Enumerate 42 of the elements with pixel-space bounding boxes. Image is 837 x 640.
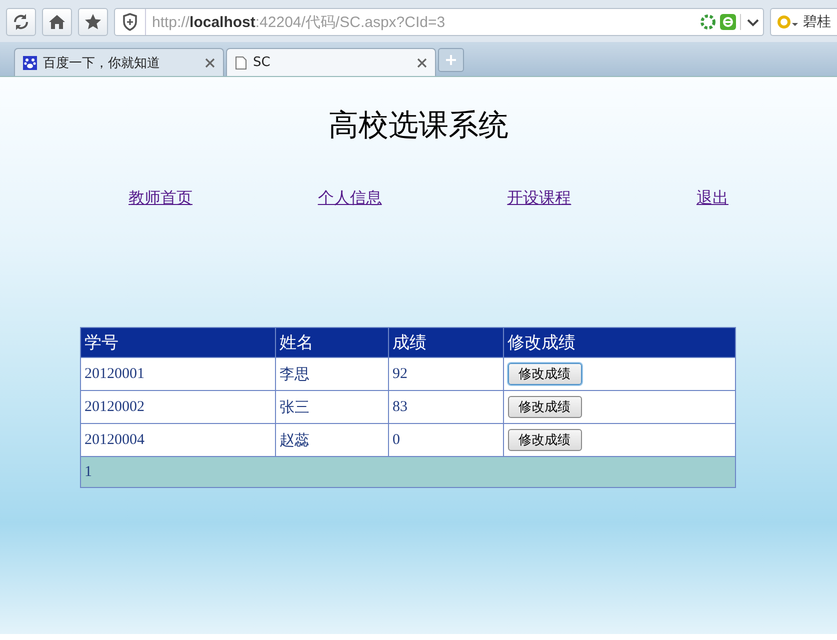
column-header: 成绩 (388, 328, 503, 358)
edit-score-button[interactable]: 修改成绩 (508, 429, 582, 451)
column-header: 修改成绩 (503, 328, 735, 358)
table-cell: 赵蕊 (275, 424, 388, 456)
page-title: 高校选课系统 (328, 108, 508, 144)
close-icon[interactable] (417, 58, 427, 68)
search-engine-icon (777, 15, 799, 29)
table-cell: 20120001 (80, 358, 275, 390)
loading-icon (700, 14, 716, 30)
table-cell: 92 (388, 358, 503, 390)
shield-icon (122, 13, 138, 31)
column-header: 姓名 (275, 328, 388, 358)
edit-score-button[interactable]: 修改成绩 (508, 363, 582, 385)
page-icon (235, 56, 247, 70)
address-bar[interactable]: http://localhost:42204/代码/SC.aspx?CId=3 (114, 8, 764, 36)
browser-tab[interactable]: 百度一下，你就知道 (14, 48, 224, 76)
table-cell: 张三 (275, 390, 388, 424)
pager-cell[interactable]: 1 (80, 456, 735, 488)
star-icon (84, 13, 102, 31)
browser-tab[interactable]: SC (226, 48, 436, 76)
table-cell: 李思 (275, 358, 388, 390)
table-cell: 20120004 (80, 424, 275, 456)
search-field[interactable]: 碧桂 (770, 8, 837, 36)
home-button[interactable] (42, 8, 72, 36)
reload-icon (12, 13, 30, 31)
nav-link[interactable]: 个人信息 (318, 188, 382, 209)
home-icon (48, 13, 66, 31)
plus-icon (445, 54, 457, 66)
table-cell: 20120002 (80, 390, 275, 424)
column-header: 学号 (80, 328, 275, 358)
nav-link[interactable]: 退出 (696, 188, 728, 209)
table-cell: 0 (388, 424, 503, 456)
edit-score-button[interactable]: 修改成绩 (508, 396, 582, 418)
reload-button[interactable] (6, 8, 36, 36)
table-cell: 83 (388, 390, 503, 424)
nav-link[interactable]: 开设课程 (507, 188, 572, 209)
nav-link[interactable]: 教师首页 (128, 188, 192, 209)
paw-icon (23, 56, 37, 70)
bookmark-button[interactable] (78, 8, 108, 36)
new-tab-button[interactable] (438, 48, 464, 72)
close-icon[interactable] (205, 58, 215, 68)
url-text: http://localhost:42204/代码/SC.aspx?CId=3 (151, 12, 446, 32)
